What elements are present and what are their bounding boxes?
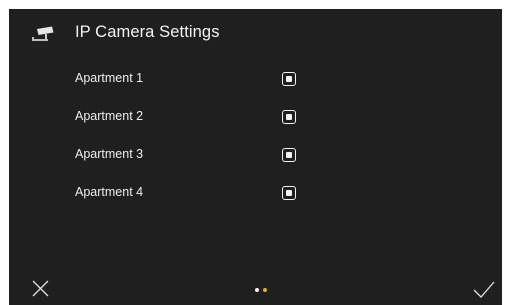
checkbox-check-mark <box>285 113 292 120</box>
apartment-row-4: Apartment 4 <box>9 174 502 212</box>
apartment-label: Apartment 4 <box>75 185 144 199</box>
checkbox-check-mark <box>285 151 292 158</box>
page-dot-active <box>263 288 267 292</box>
apartment-row-3: Apartment 3 <box>9 136 502 174</box>
page-title: IP Camera Settings <box>75 23 220 41</box>
page-indicator <box>254 288 270 294</box>
apartment-label: Apartment 1 <box>75 71 144 85</box>
ip-camera-icon <box>32 26 54 41</box>
apartment-2-checkbox[interactable] <box>282 110 296 124</box>
apartment-4-checkbox[interactable] <box>282 186 296 200</box>
header: IP Camera Settings <box>9 9 502 61</box>
checkmark-icon <box>473 281 495 298</box>
checkbox-check-mark <box>285 189 292 196</box>
apartment-row-2: Apartment 2 <box>9 98 502 136</box>
apartment-label: Apartment 2 <box>75 109 144 123</box>
ip-camera-settings-screen: IP Camera Settings Apartment 1 Apartment… <box>9 9 502 305</box>
apartment-1-checkbox[interactable] <box>282 72 296 86</box>
confirm-button[interactable] <box>472 277 496 301</box>
page-dot-inactive <box>255 288 259 292</box>
cancel-button[interactable] <box>29 277 53 301</box>
apartment-row-1: Apartment 1 <box>9 60 502 98</box>
checkbox-check-mark <box>285 75 292 82</box>
close-icon <box>32 280 49 297</box>
apartment-3-checkbox[interactable] <box>282 148 296 162</box>
apartment-label: Apartment 3 <box>75 147 144 161</box>
